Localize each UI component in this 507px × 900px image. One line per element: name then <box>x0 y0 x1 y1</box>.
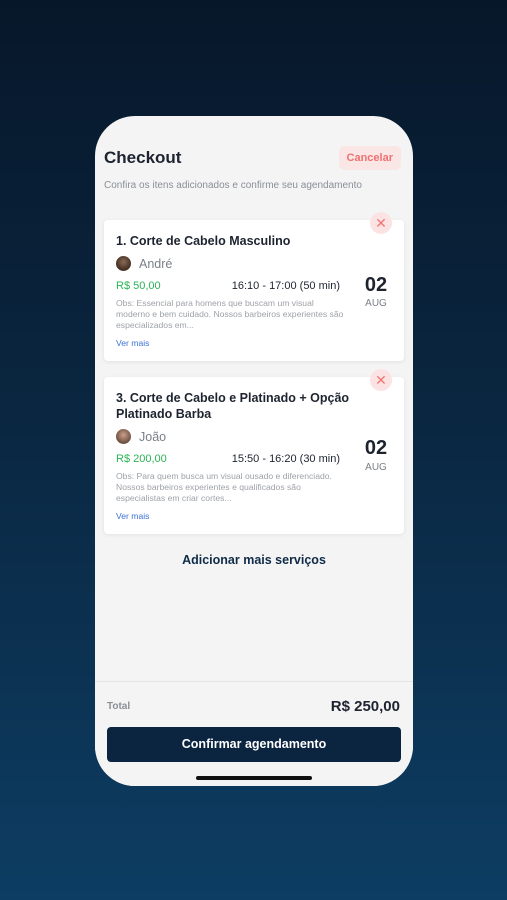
page-subtitle: Confira os itens adicionados e confirme … <box>104 180 362 191</box>
service-name: 1. Corte de Cabelo Masculino <box>116 234 291 248</box>
total-label: Total <box>107 701 131 712</box>
service-time: 16:10 - 17:00 (50 min) <box>231 280 340 292</box>
appointment-day: 02 <box>364 437 388 459</box>
appointment-month: AUG <box>365 462 387 473</box>
service-name: 3. Corte de Cabelo e Platinado + Opção P… <box>116 391 350 421</box>
phone-screen: Checkout Cancelar Confira os itens adici… <box>95 116 413 786</box>
confirm-booking-button[interactable]: Confirmar agendamento <box>107 727 401 762</box>
service-price: R$ 50,00 <box>116 280 161 292</box>
cancel-button[interactable]: Cancelar <box>338 146 401 170</box>
see-more-link[interactable]: Ver mais <box>116 511 149 521</box>
add-more-services-button[interactable]: Adicionar mais serviços <box>95 553 413 567</box>
barber-avatar <box>116 256 131 271</box>
barber-name: André <box>139 257 173 271</box>
home-indicator <box>196 776 312 780</box>
remove-item-button[interactable]: ✕ <box>370 212 392 234</box>
see-more-link[interactable]: Ver mais <box>116 338 149 348</box>
checkout-footer: Total R$ 250,00 Confirmar agendamento <box>95 681 413 786</box>
checkout-header: Checkout Cancelar <box>104 146 401 170</box>
total-value: R$ 250,00 <box>330 698 400 715</box>
service-notes: Obs: Essencial para homens que buscam um… <box>116 298 344 330</box>
appointment-day: 02 <box>364 274 388 296</box>
remove-item-button[interactable]: ✕ <box>370 369 392 391</box>
appointment-month: AUG <box>365 298 387 309</box>
close-icon: ✕ <box>375 372 387 388</box>
service-notes: Obs: Para quem busca um visual ousado e … <box>116 471 332 503</box>
service-price: R$ 200,00 <box>116 453 167 465</box>
close-icon: ✕ <box>375 215 387 231</box>
service-card: ✕ 1. Corte de Cabelo Masculino André R$ … <box>104 212 404 361</box>
service-time: 15:50 - 16:20 (30 min) <box>231 453 340 465</box>
barber-name: João <box>139 430 167 444</box>
barber-avatar <box>116 429 131 444</box>
service-card: ✕ 3. Corte de Cabelo e Platinado + Opção… <box>104 369 404 534</box>
page-title: Checkout <box>104 148 182 167</box>
